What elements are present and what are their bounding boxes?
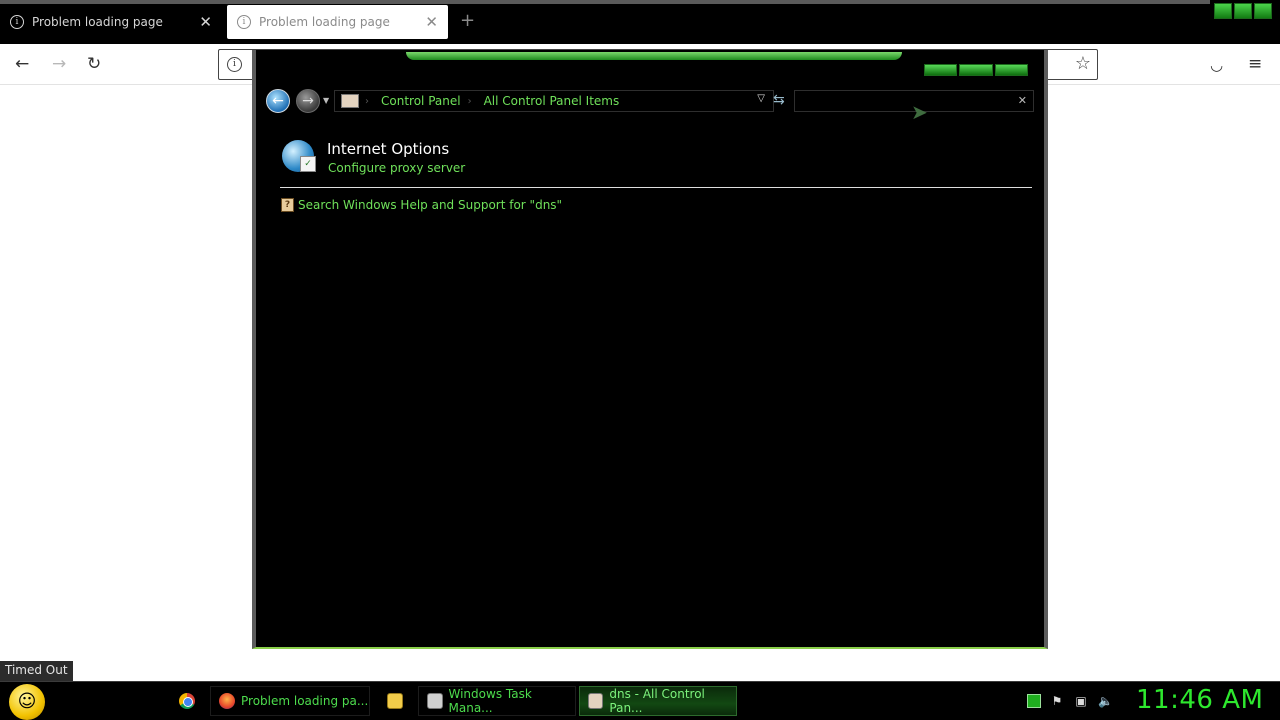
clear-search-icon[interactable]: ✕ [1018, 94, 1027, 107]
checklist-icon: ✓ [300, 156, 316, 172]
bookmark-star-icon[interactable]: ☆ [1075, 53, 1091, 74]
info-icon: i [237, 15, 251, 29]
close-tab-icon[interactable]: ✕ [199, 13, 212, 31]
tab-title: Problem loading page [32, 15, 163, 29]
volume-icon[interactable]: 🔈 [1098, 694, 1113, 708]
close-tab-icon[interactable]: ✕ [425, 13, 438, 31]
address-bar[interactable]: › Control Panel › All Control Panel Item… [334, 90, 774, 112]
taskbar-item-firefox[interactable]: Problem loading pa... [210, 686, 370, 716]
control-panel-icon [588, 693, 604, 709]
menu-icon[interactable]: ≡ [1248, 54, 1262, 74]
divider [280, 187, 1032, 188]
tray-app-icon[interactable] [1027, 694, 1041, 708]
folder-icon [387, 693, 403, 709]
site-info-icon[interactable]: i [227, 57, 242, 72]
action-center-flag-icon[interactable]: ⚑ [1050, 694, 1064, 708]
plus-icon[interactable]: + [460, 10, 475, 31]
close-window-button[interactable] [1254, 3, 1272, 19]
search-help-link[interactable]: Search Windows Help and Support for "dns… [298, 198, 562, 212]
configure-proxy-link[interactable]: Configure proxy server [328, 161, 465, 175]
task-manager-icon [427, 693, 443, 709]
busy-cursor-icon: ➤ [911, 100, 928, 124]
tab-problem-loading-2[interactable]: i Problem loading page ✕ [227, 5, 448, 39]
network-icon[interactable]: ▣ [1074, 694, 1088, 708]
start-smiley-icon[interactable]: ☺ [9, 684, 45, 720]
browser-tab-strip: i Problem loading page ✕ i Problem loadi… [0, 0, 1280, 44]
status-bubble: Timed Out [0, 661, 73, 681]
taskbar-item-control-panel[interactable]: dns - All Control Pan... [579, 686, 737, 716]
breadcrumb-separator-icon[interactable]: › [468, 96, 472, 107]
refresh-icon[interactable]: ⇆ [773, 92, 785, 108]
cp-maximize-button[interactable] [959, 64, 993, 76]
title-bar-line [0, 0, 1210, 4]
chrome-icon[interactable] [179, 693, 195, 709]
back-icon[interactable]: ← [15, 54, 29, 74]
firefox-icon [219, 693, 235, 709]
reload-icon[interactable]: ↻ [87, 54, 101, 74]
window-frame-accent [406, 52, 902, 60]
clock[interactable]: 11:46 AM [1136, 685, 1263, 715]
taskbar: ☺ Problem loading pa... Windows Task Man… [0, 681, 1280, 720]
maximize-button[interactable] [1234, 3, 1252, 19]
cp-minimize-button[interactable] [924, 64, 958, 76]
minimize-button[interactable] [1214, 3, 1232, 19]
back-arrow-icon[interactable]: ← [266, 89, 290, 113]
breadcrumb-all-items[interactable]: All Control Panel Items [484, 94, 620, 108]
address-dropdown-icon[interactable]: ▽ [757, 93, 765, 104]
taskbar-item-explorer[interactable] [379, 686, 409, 716]
breadcrumb-separator-icon[interactable]: › [365, 96, 369, 107]
browser-window-controls [1214, 3, 1272, 19]
tab-problem-loading-1[interactable]: i Problem loading page ✕ [0, 5, 222, 39]
taskbar-item-label: Problem loading pa... [241, 694, 369, 708]
cp-window-controls [924, 64, 1028, 76]
control-panel-icon [341, 94, 359, 108]
tab-title: Problem loading page [259, 15, 390, 29]
breadcrumb-control-panel[interactable]: Control Panel [381, 94, 461, 108]
info-icon: i [10, 15, 24, 29]
taskbar-item-label: Windows Task Mana... [448, 687, 532, 715]
help-icon: ? [281, 198, 294, 212]
recent-pages-dropdown-icon[interactable]: ▼ [323, 96, 329, 105]
forward-arrow-icon[interactable]: → [296, 89, 320, 113]
result-title[interactable]: Internet Options [327, 140, 449, 158]
taskbar-item-label: dns - All Control Pan... [609, 687, 705, 715]
forward-icon[interactable]: → [52, 54, 66, 74]
cp-close-button[interactable] [994, 64, 1028, 76]
control-panel-window: ← → ▼ › Control Panel › All Control Pane… [252, 50, 1048, 649]
pocket-icon[interactable]: ◡ [1210, 56, 1223, 74]
taskbar-item-task-manager[interactable]: Windows Task Mana... [418, 686, 576, 716]
